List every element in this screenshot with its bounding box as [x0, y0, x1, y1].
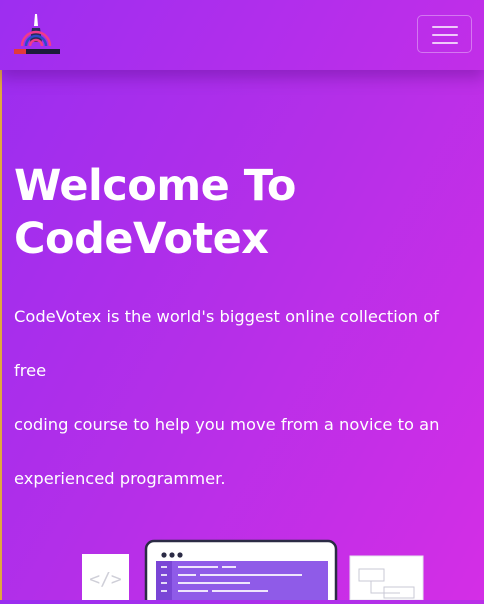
hero-title-line-2: CodeVotex [14, 214, 269, 264]
hero-description-line-3: experienced programmer. [14, 469, 226, 488]
page-left-edge [0, 0, 2, 600]
code-card-icon: </> [82, 554, 129, 600]
hamburger-menu-icon [432, 25, 458, 45]
hero-description-line-1: CodeVotex is the world's biggest online … [14, 307, 439, 380]
hero-description-line-2: coding course to help you move from a no… [14, 415, 440, 434]
hero-title: Welcome To CodeVotex [14, 160, 454, 266]
brand-logo[interactable] [14, 12, 60, 56]
navbar-toggler-button[interactable] [417, 15, 472, 53]
browser-window-icon [144, 539, 338, 604]
codevotex-logo-icon [14, 14, 60, 54]
hero-title-line-1: Welcome To [14, 161, 296, 211]
code-card-glyph: </> [89, 569, 122, 590]
hero-illustration: </> [0, 535, 484, 604]
hero-description: CodeVotex is the world's biggest online … [14, 290, 474, 506]
diagram-card-icon [349, 555, 424, 601]
navbar [0, 0, 484, 70]
